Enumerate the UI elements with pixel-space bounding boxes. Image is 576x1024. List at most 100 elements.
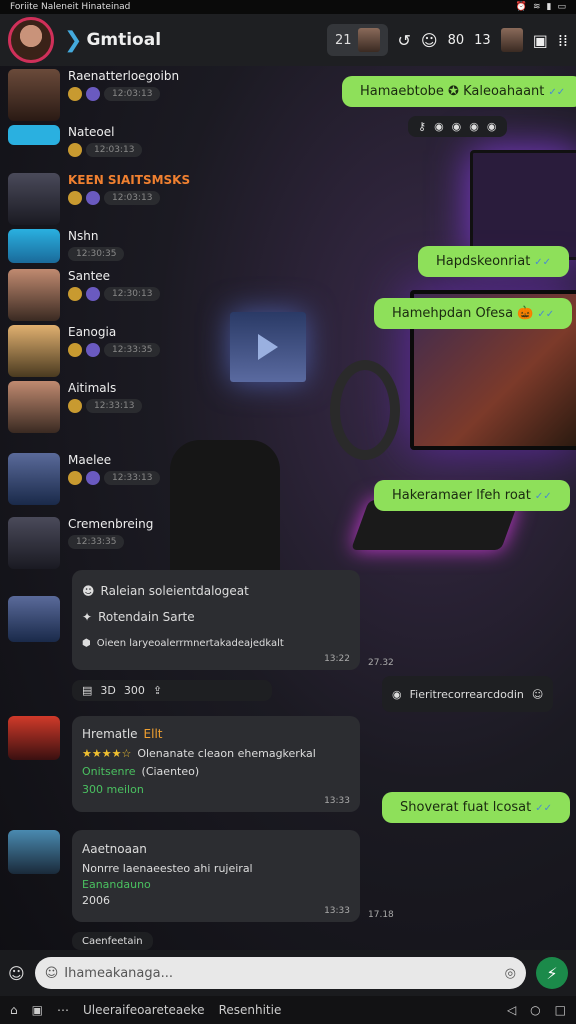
card-line: Onitsenre [82,764,136,778]
tv-decor [230,312,306,382]
list-item[interactable]: Aitimals 12:33:13 [0,378,200,450]
strip-text: 3D [100,684,116,697]
action-strip[interactable]: ▤ 3D 300 ⇪ [72,680,272,701]
message-text: Hapdskeonriat [436,254,531,269]
status-icon [68,399,82,413]
avatar [8,453,60,505]
battery-icon: ▭ [557,2,566,12]
card-line: Eanandauno [82,877,151,891]
composer: ☺ ☺ Ihameakanaga... ◎ ⚡ [0,950,576,996]
monitor-decor [470,150,576,260]
square-icon[interactable]: □ [555,1003,566,1017]
menu-icon[interactable]: ⋯ [57,1003,69,1017]
star-rating-icon: ★★★★☆ [82,746,132,760]
list-item[interactable]: Eanogia 12:33:35 [0,322,200,378]
attach-icon: ☺ [44,965,59,981]
pill-count: 21 [334,32,352,48]
face-icon[interactable]: ☺ [421,31,438,50]
reaction-bar[interactable]: ⚷ ◉ ◉ ◉ ◉ [408,116,507,137]
message-bubble[interactable]: Hamehpdan Ofesa 🎃 ✓✓ [374,298,573,329]
bolt-icon: ⚡ [546,963,558,983]
orb-icon [86,87,100,101]
timestamp: 13:22 [324,654,350,664]
reaction-bar[interactable]: ◉ Fieritrecorrearcdodin ☺ [382,676,554,712]
grid-icon[interactable]: ⁞⁞ [558,31,568,50]
device-icon[interactable]: ▣ [533,31,548,50]
message-card[interactable]: Hrematle Ellt ★★★★☆ Olenanate cleaon ehema… [72,716,360,812]
home-icon[interactable]: ⌂ [10,1003,18,1017]
card-line: Olenanate cleaon ehemagkerkal [137,746,316,760]
input-placeholder: Ihameakanaga... [64,965,174,981]
reaction-text: Fieritrecorrearcdodin [409,687,524,701]
strip-text: 300 [123,684,145,697]
timestamp: 17.18 [368,910,394,920]
header-count-b: 13 [474,32,491,48]
avatar [8,596,60,642]
avatar [8,830,60,874]
card-line: 2006 [82,893,110,907]
read-tick-icon: ✓✓ [535,803,553,814]
status-bar: Foriite Naleneit Hinateinad ⏰ ≋ ▮ ▭ [0,0,576,14]
list-item[interactable]: Santee 12:30:13 [0,266,200,322]
list-item[interactable]: KEEN SIAITSMSKS 12:03:13 [0,170,200,226]
time-chip: 12:33:13 [86,399,143,413]
card-title: Aaetnoaan [82,842,147,856]
wifi-icon: ≋ [532,2,541,12]
message-bubble[interactable]: Hapdskeonriat ✓✓ [418,246,570,277]
image-icon: ▤ [82,684,93,697]
time-chip: 12:30:13 [104,287,161,301]
card-line: 300 meilon [82,782,144,796]
coin-icon: ◉ [451,120,462,133]
chevron-right-icon[interactable]: ❯ [64,28,82,53]
signal-icon: ▮ [546,2,552,12]
status-icon [68,471,82,485]
preview-strip[interactable]: Caenfeetain [72,932,153,950]
send-button[interactable]: ⚡ [536,957,568,989]
list-item[interactable]: Nshn 12:30:35 [0,226,200,266]
nav-label[interactable]: Uleeraifeoareteaeke [83,1003,205,1017]
contact-name: Eanogia [68,325,117,339]
status-icon [68,87,82,101]
tab-icon[interactable]: ▣ [32,1003,43,1017]
list-item[interactable]: Nateoel 12:03:13 [0,122,200,170]
orb-icon [86,471,100,485]
shield-icon: ⬢ [82,637,91,649]
contact-name: Nateoel [68,125,115,139]
coin-icon: ◉ [434,120,444,133]
list-item[interactable]: Maelee 12:33:13 [0,450,200,506]
message-bubble[interactable]: Hakeramaer lfeh roat ✓✓ [374,480,570,511]
swirl-icon[interactable]: ↺ [398,31,411,50]
message-card[interactable]: ☻ Raleian soleientdalogeat ✦ Rotendain Sar… [72,570,360,670]
message-text: Hakeramaer lfeh roat [392,488,531,503]
circle-icon[interactable]: ○ [530,1003,540,1017]
avatar [8,229,60,263]
contact-name: Santee [68,269,111,283]
page-title: Gmtioal [86,30,162,50]
time-chip: 12:33:35 [104,343,161,357]
time-chip: 12:03:13 [104,191,161,205]
message-card[interactable]: Aaetnoaan Nonrre laenaeesteo ahi rujeira… [72,830,360,922]
list-item[interactable]: Raenatterloegoibn 12:03:13 [0,66,200,122]
contact-name: Nshn [68,229,99,243]
list-item[interactable]: Cremenbreing 12:33:35 [0,514,200,570]
camera-icon[interactable]: ◎ [505,966,516,981]
timestamp: 13:33 [324,906,350,916]
back-icon[interactable]: ◁ [507,1003,516,1017]
message-bubble[interactable]: Hamaebtobe ✪ Kaleoahaant ✓✓ [342,76,576,107]
avatar [8,69,60,121]
card-line: Rotendain Sarte [98,610,195,624]
card-tag: Ellt [143,727,163,741]
contact-name: KEEN SIAITSMSKS [68,173,191,187]
emoji-icon[interactable]: ☺ [8,964,25,983]
avatar [8,381,60,433]
time-chip: 12:30:35 [68,247,125,261]
nav-label[interactable]: Resenhitie [219,1003,282,1017]
header-pill[interactable]: 21 [326,24,388,56]
message-bubble[interactable]: Shoverat fuat lcosat ✓✓ [382,792,571,823]
card-line: Nonrre laenaeesteo ahi rujeiral [82,861,253,875]
status-icon [68,287,82,301]
message-input[interactable]: ☺ Ihameakanaga... ◎ [34,957,526,989]
time-chip: 12:33:35 [68,535,125,549]
profile-thumb[interactable] [500,28,523,52]
avatar[interactable] [8,17,54,63]
